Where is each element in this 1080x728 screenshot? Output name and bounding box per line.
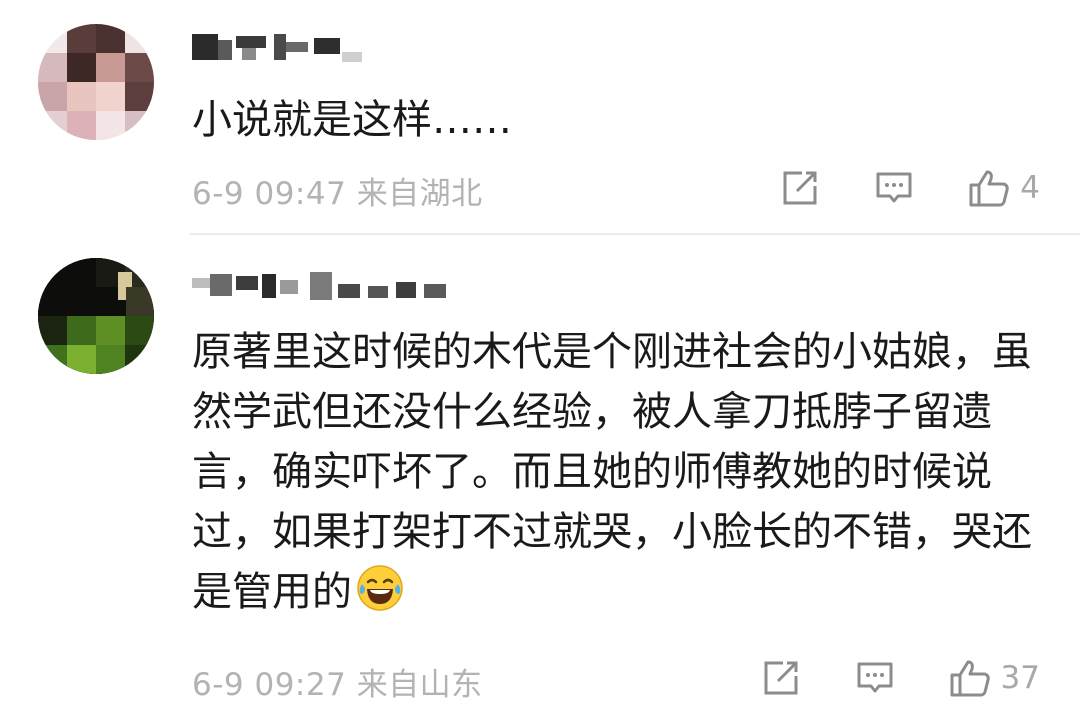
- username-redacted[interactable]: [192, 30, 372, 64]
- like-button[interactable]: 4: [968, 168, 1040, 208]
- like-count: 4: [1020, 170, 1040, 206]
- comment-text: 小说就是这样……: [192, 97, 512, 143]
- like-button[interactable]: 37: [949, 658, 1040, 698]
- avatar[interactable]: [38, 24, 154, 140]
- comment-time: 6-9 09:27: [192, 667, 347, 703]
- comment-item: 小说就是这样…… 6-9 09:47 来自湖北 4: [0, 0, 1080, 235]
- comment-location: 来自湖北: [356, 176, 483, 212]
- share-icon[interactable]: [761, 658, 801, 698]
- comment-actions: 4: [780, 166, 1040, 210]
- reply-icon[interactable]: [874, 168, 914, 208]
- comment-location: 来自山东: [356, 667, 483, 703]
- comment-meta: 6-9 09:47 来自湖北: [192, 168, 483, 213]
- comment-text-body: 原著里这时候的木代是个刚进社会的小姑娘，虽然学武但还没什么经验，被人拿刀抵脖子留…: [192, 329, 1032, 615]
- avatar[interactable]: [38, 258, 154, 374]
- username-redacted[interactable]: [192, 268, 472, 302]
- like-count: 37: [1000, 660, 1040, 696]
- laughing-tears-emoji: [356, 564, 404, 612]
- like-icon[interactable]: [949, 658, 990, 698]
- comment-time: 6-9 09:47: [192, 176, 347, 212]
- comment-item: 原著里这时候的木代是个刚进社会的小姑娘，虽然学武但还没什么经验，被人拿刀抵脖子留…: [0, 234, 1080, 728]
- like-icon[interactable]: [968, 168, 1010, 208]
- comment-actions: 37: [761, 656, 1040, 700]
- share-icon[interactable]: [780, 168, 820, 208]
- comment-meta: 6-9 09:27 来自山东: [192, 659, 483, 704]
- reply-icon[interactable]: [855, 658, 895, 698]
- comment-text: 原著里这时候的木代是个刚进社会的小姑娘，虽然学武但还没什么经验，被人拿刀抵脖子留…: [192, 322, 1052, 622]
